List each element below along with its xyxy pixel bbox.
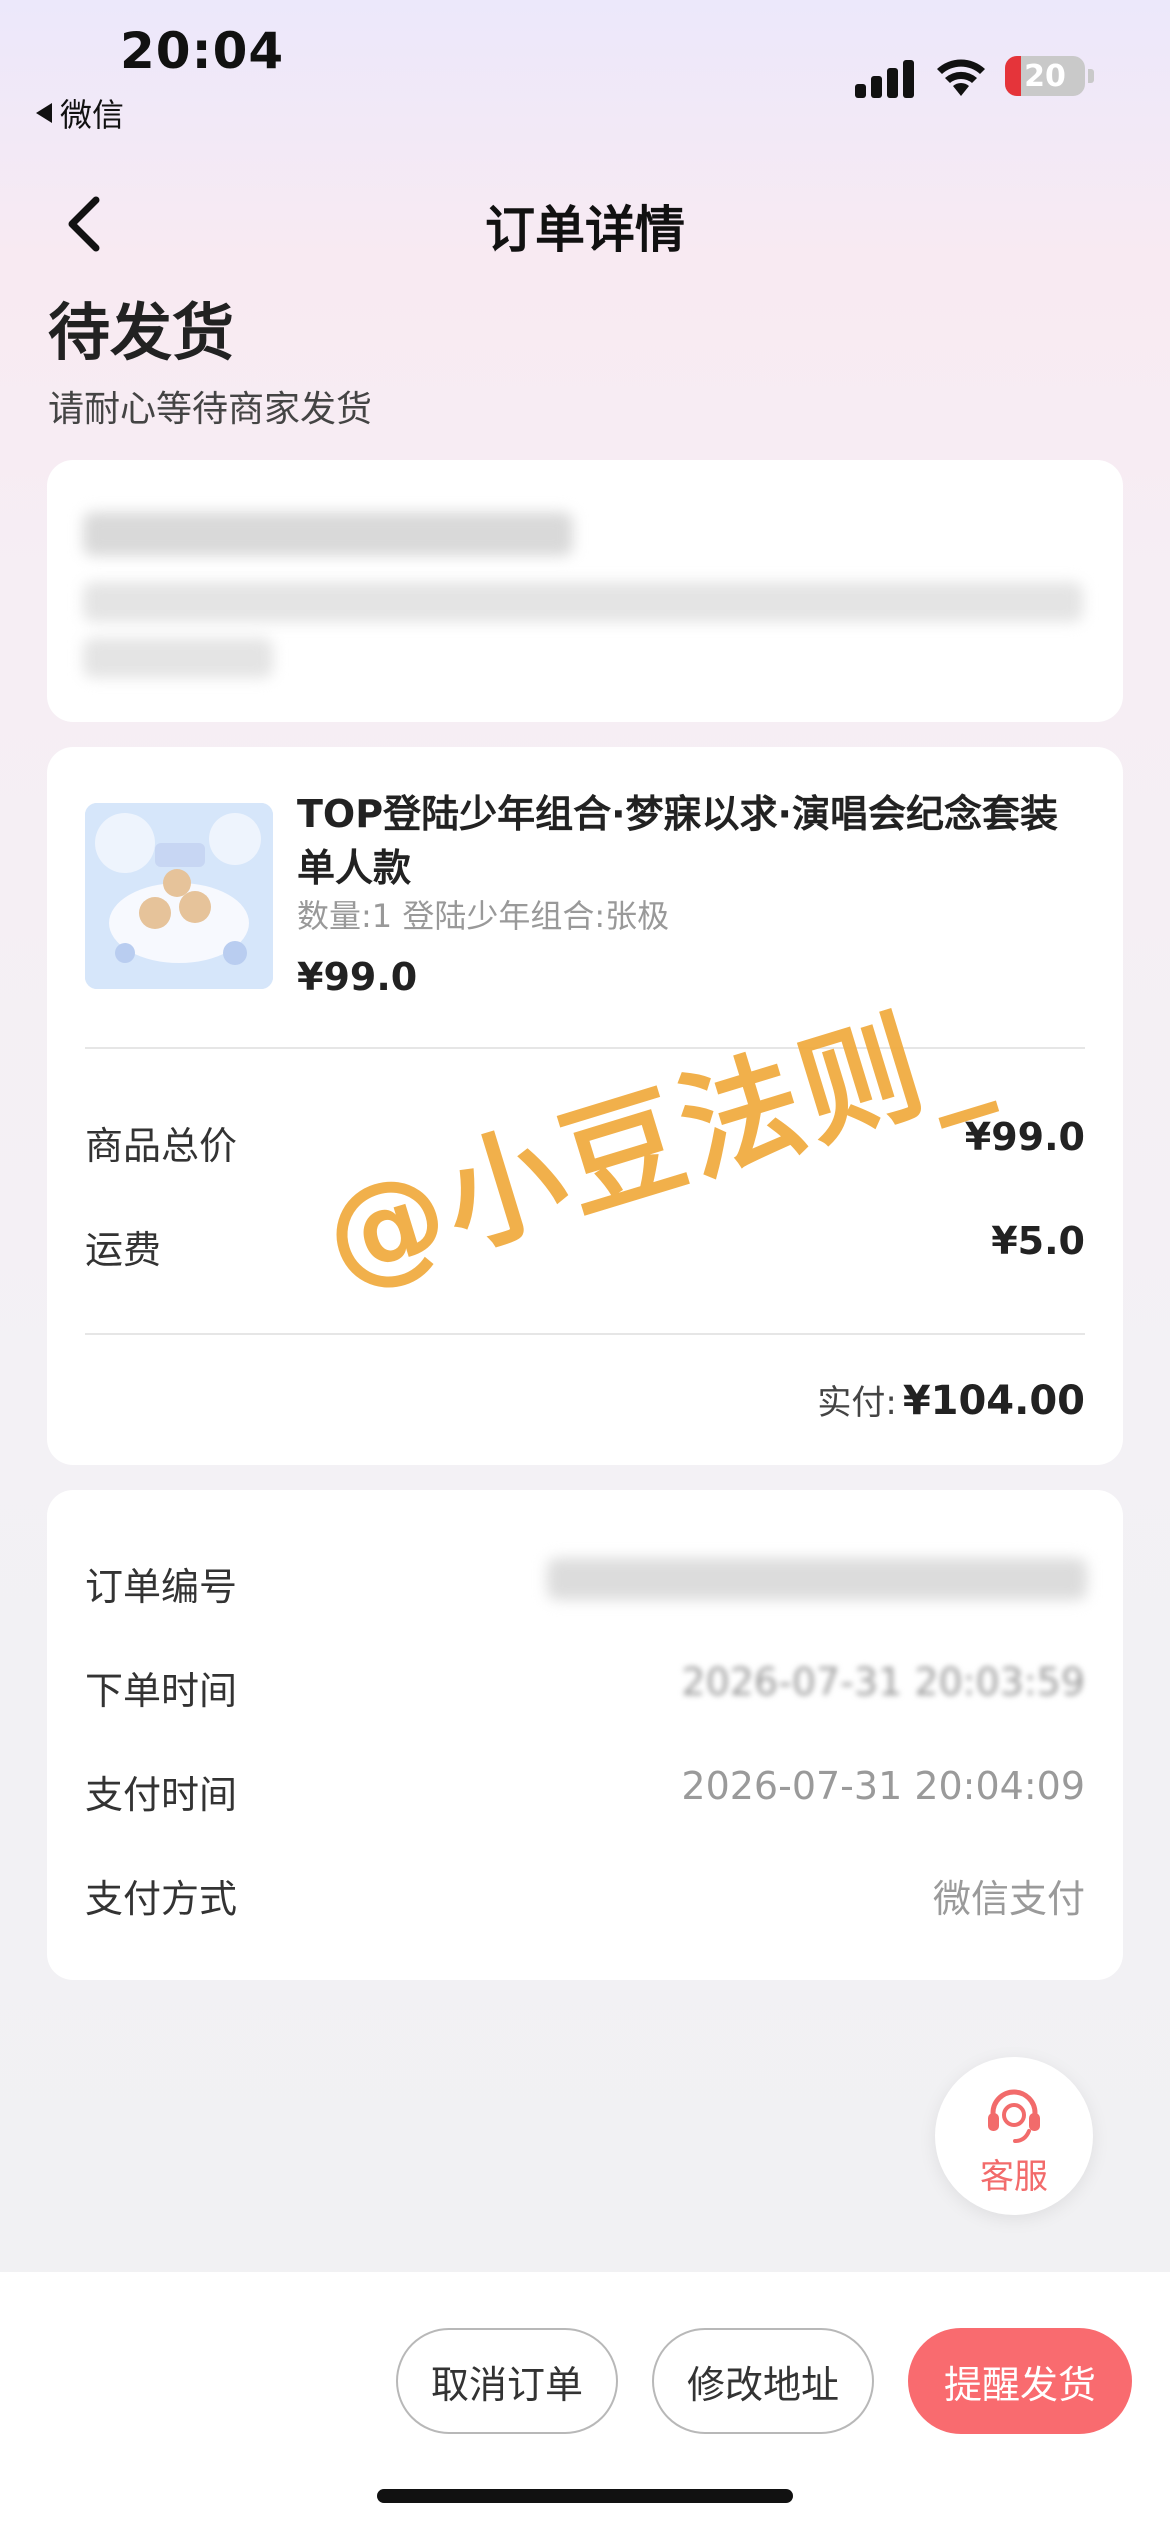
order-time-value: 2026-07-31 20:03:59 xyxy=(681,1660,1085,1704)
product-spec: 数量:1 登陆少年组合:张极 xyxy=(297,897,670,935)
shipping-fee-label: 运费 xyxy=(85,1228,162,1272)
address-line-2-blurred xyxy=(83,638,273,678)
divider xyxy=(85,1333,1085,1335)
address-card[interactable] xyxy=(47,460,1123,722)
pay-method-label: 支付方式 xyxy=(85,1877,238,1921)
order-status-title: 待发货 xyxy=(48,296,235,369)
product-image[interactable] xyxy=(85,803,273,989)
customer-service-label: 客服 xyxy=(980,2157,1048,2197)
remind-shipping-button[interactable]: 提醒发货 xyxy=(908,2328,1132,2434)
pay-method-value: 微信支付 xyxy=(932,1877,1085,1921)
total-price-label: 商品总价 xyxy=(85,1124,238,1168)
wifi-icon xyxy=(937,59,985,96)
product-price: ¥99.0 xyxy=(297,955,418,999)
back-app-label: 微信 xyxy=(60,96,125,134)
product-name[interactable]: TOP登陆少年组合·梦寐以求·演唱会纪念套装单人款 xyxy=(297,787,1087,895)
paid-label: 实付: xyxy=(817,1383,897,1423)
product-artwork xyxy=(85,803,273,989)
battery-icon: 20 xyxy=(1005,56,1085,96)
shipping-fee-value: ¥5.0 xyxy=(991,1219,1085,1263)
pay-time-label: 支付时间 xyxy=(85,1773,238,1817)
order-number-label: 订单编号 xyxy=(85,1565,238,1609)
battery-tip xyxy=(1088,69,1094,83)
back-to-wechat[interactable]: 微信 xyxy=(36,90,124,136)
page-title: 订单详情 xyxy=(485,201,685,259)
address-name-phone-blurred xyxy=(83,512,573,556)
customer-service-button[interactable]: 客服 xyxy=(935,2057,1093,2215)
status-bar: 20:04 微信 20 xyxy=(0,0,1170,140)
order-number-blurred[interactable] xyxy=(547,1558,1087,1600)
order-time-label: 下单时间 xyxy=(85,1669,238,1713)
paid-amount: 实付: ¥104.00 xyxy=(817,1375,1085,1424)
order-info-card: 订单编号 下单时间 2026-07-31 20:03:59 支付时间 2026-… xyxy=(47,1490,1123,1980)
home-indicator[interactable] xyxy=(377,2489,793,2503)
pay-time-value: 2026-07-31 20:04:09 xyxy=(681,1764,1085,1808)
status-time: 20:04 xyxy=(120,22,285,80)
address-line-blurred xyxy=(83,582,1083,622)
headset-icon xyxy=(988,2089,1040,2143)
cancel-order-button[interactable]: 取消订单 xyxy=(396,2328,618,2434)
order-status-subtitle: 请耐心等待商家发货 xyxy=(48,389,373,430)
signal-icon xyxy=(855,58,915,98)
back-triangle-icon xyxy=(36,103,52,123)
battery-level: 20 xyxy=(1024,59,1066,94)
modify-address-button[interactable]: 修改地址 xyxy=(652,2328,874,2434)
paid-value: ¥104.00 xyxy=(902,1378,1085,1424)
